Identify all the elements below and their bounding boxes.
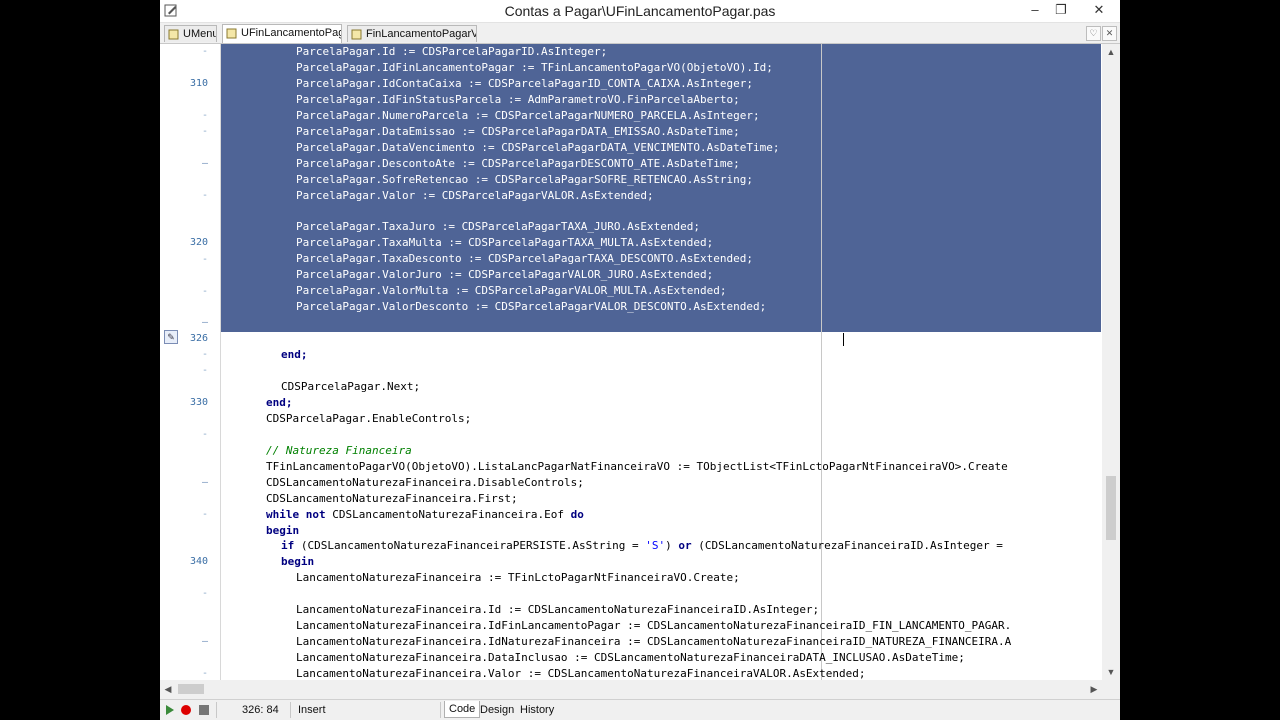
- unit-file-icon: [226, 28, 237, 39]
- status-separator: [440, 702, 441, 718]
- line-number: 320: [189, 237, 208, 248]
- code-line: CDSLancamentoNaturezaFinanceira.DisableC…: [266, 476, 584, 489]
- code-line: ParcelaPagar.SofreRetencao := CDSParcela…: [296, 173, 753, 186]
- code-line: CDSLancamentoNaturezaFinanceira.First;: [266, 492, 518, 505]
- play-macro-icon[interactable]: [166, 705, 174, 715]
- code-line: ParcelaPagar.ValorDesconto := CDSParcela…: [296, 300, 767, 313]
- code-line: CDSParcelaPagar.EnableControls;: [266, 412, 472, 425]
- code-line: ParcelaPagar.Valor := CDSParcelaPagarVAL…: [296, 189, 654, 202]
- line-marker: -: [201, 126, 208, 137]
- line-marker: -: [201, 365, 208, 376]
- code-comment: // Natureza Financeira: [266, 444, 412, 457]
- code-line: ParcelaPagar.TaxaDesconto := CDSParcelaP…: [296, 252, 753, 265]
- code-line: ParcelaPagar.TaxaMulta := CDSParcelaPaga…: [296, 236, 714, 249]
- code-editor[interactable]: -310- - – -320- - –326- -330- – -340- – - ✎ Parcel…: [160, 44, 1120, 680]
- line-marker: -: [201, 286, 208, 297]
- code-line: end;: [266, 396, 293, 409]
- cursor-position: 326: 84: [242, 704, 279, 716]
- vertical-scroll-thumb[interactable]: [1106, 476, 1116, 540]
- status-separator: [216, 702, 217, 718]
- file-tab-bar: UMenu UFinLancamentoPagar FinLancamentoP…: [160, 23, 1120, 44]
- line-marker: -: [201, 46, 208, 57]
- line-marker: –: [201, 317, 208, 328]
- code-line: TFinLancamentoPagarVO(ObjetoVO).ListaPar…: [296, 332, 760, 345]
- code-line: CDSParcelaPagar.Next;: [281, 380, 421, 393]
- code-line: LancamentoNaturezaFinanceira.Valor := CD…: [296, 667, 866, 680]
- line-number: 330: [189, 397, 208, 408]
- close-button[interactable]: ✕: [1078, 0, 1120, 22]
- line-marker: –: [201, 477, 208, 488]
- code-line: begin: [281, 555, 315, 568]
- code-line: end;: [281, 348, 308, 361]
- tab-design-view[interactable]: Design: [475, 701, 519, 719]
- horizontal-scrollbar[interactable]: ◀ ▶: [160, 680, 1102, 698]
- code-line: ParcelaPagar.ValorMulta := CDSParcelaPag…: [296, 284, 727, 297]
- tab-label: UFinLancamentoPagar: [241, 27, 341, 39]
- ide-window: Contas a Pagar\UFinLancamentoPagar.pas –…: [160, 0, 1120, 720]
- code-line: LancamentoNaturezaFinanceira := TFinLcto…: [296, 571, 740, 584]
- scroll-left-icon[interactable]: ◀: [160, 680, 176, 698]
- code-line: LancamentoNaturezaFinanceira.DataInclusa…: [296, 651, 965, 664]
- tab-history-view[interactable]: History: [515, 701, 559, 719]
- close-tab-button[interactable]: ✕: [1102, 26, 1117, 41]
- status-separator: [290, 702, 291, 718]
- code-line: ParcelaPagar.DataEmissao := CDSParcelaPa…: [296, 125, 740, 138]
- code-line: begin: [266, 524, 300, 537]
- horizontal-scroll-thumb[interactable]: [178, 684, 204, 694]
- line-number-gutter[interactable]: -310- - – -320- - –326- -330- – -340- – -: [160, 44, 221, 680]
- code-line: ParcelaPagar.DescontoAte := CDSParcelaPa…: [296, 157, 740, 170]
- code-line: ParcelaPagar.TaxaJuro := CDSParcelaPagar…: [296, 220, 700, 233]
- text-caret: [843, 333, 844, 346]
- stop-macro-icon[interactable]: [199, 705, 209, 715]
- tab-finlancamentopagarvo[interactable]: FinLancamentoPagarVO: [347, 25, 477, 42]
- code-area[interactable]: ParcelaPagar.Id := CDSParcelaPagarID.AsI…: [221, 44, 1101, 680]
- tab-label: UMenu: [183, 28, 217, 40]
- insert-mode: Insert: [298, 704, 326, 716]
- line-marker: -: [201, 254, 208, 265]
- line-marker: -: [201, 588, 208, 599]
- maximize-button[interactable]: ❐: [1044, 0, 1078, 22]
- record-macro-icon[interactable]: [181, 705, 191, 715]
- title-bar: Contas a Pagar\UFinLancamentoPagar.pas –…: [160, 0, 1120, 23]
- tab-ufinlancamentopagar[interactable]: UFinLancamentoPagar: [222, 24, 342, 43]
- line-marker: –: [201, 636, 208, 647]
- code-line: ParcelaPagar.IdContaCaixa := CDSParcelaP…: [296, 77, 753, 90]
- code-line: LancamentoNaturezaFinanceira.Id := CDSLa…: [296, 603, 820, 616]
- line-number: 340: [189, 556, 208, 567]
- line-marker: -: [201, 349, 208, 360]
- line-marker: -: [201, 110, 208, 121]
- code-line: ParcelaPagar.IdFinStatusParcela := AdmPa…: [296, 93, 740, 106]
- code-line: if (CDSLancamentoNaturezaFinanceiraPERSI…: [281, 539, 1003, 552]
- status-bar: 326: 84 Insert Code Design History: [160, 699, 1120, 720]
- line-number: 310: [189, 78, 208, 89]
- right-margin-line: [821, 44, 822, 680]
- scroll-down-icon[interactable]: ▼: [1102, 664, 1120, 680]
- code-line: LancamentoNaturezaFinanceira.IdNaturezaF…: [296, 635, 1012, 648]
- code-line: ParcelaPagar.ValorJuro := CDSParcelaPaga…: [296, 268, 714, 281]
- line-marker: -: [201, 190, 208, 201]
- code-line: ParcelaPagar.Id := CDSParcelaPagarID.AsI…: [296, 45, 608, 58]
- code-line: ParcelaPagar.NumeroParcela := CDSParcela…: [296, 109, 760, 122]
- code-line: ParcelaPagar.IdFinLancamentoPagar := TFi…: [296, 61, 773, 74]
- unit-file-icon: [168, 29, 179, 40]
- scroll-up-icon[interactable]: ▲: [1102, 44, 1120, 60]
- code-line: TFinLancamentoPagarVO(ObjetoVO).ListaLan…: [266, 460, 1008, 473]
- line-marker: -: [201, 429, 208, 440]
- vertical-scrollbar[interactable]: ▲ ▼: [1102, 44, 1120, 680]
- code-line: ParcelaPagar.DataVencimento := CDSParcel…: [296, 141, 780, 154]
- code-line: LancamentoNaturezaFinanceira.IdFinLancam…: [296, 619, 1012, 632]
- tab-umenu[interactable]: UMenu: [164, 25, 217, 42]
- unit-file-icon: [351, 29, 362, 40]
- window-title: Contas a Pagar\UFinLancamentoPagar.pas: [504, 3, 776, 19]
- tab-label: FinLancamentoPagarVO: [366, 28, 477, 40]
- line-marker: -: [201, 509, 208, 520]
- code-line: while not CDSLancamentoNaturezaFinanceir…: [266, 508, 584, 521]
- line-marker: –: [201, 158, 208, 169]
- scroll-right-icon[interactable]: ▶: [1086, 680, 1102, 698]
- bookmark-icon: ✎: [164, 330, 178, 344]
- tab-list-button[interactable]: ♡: [1086, 26, 1101, 41]
